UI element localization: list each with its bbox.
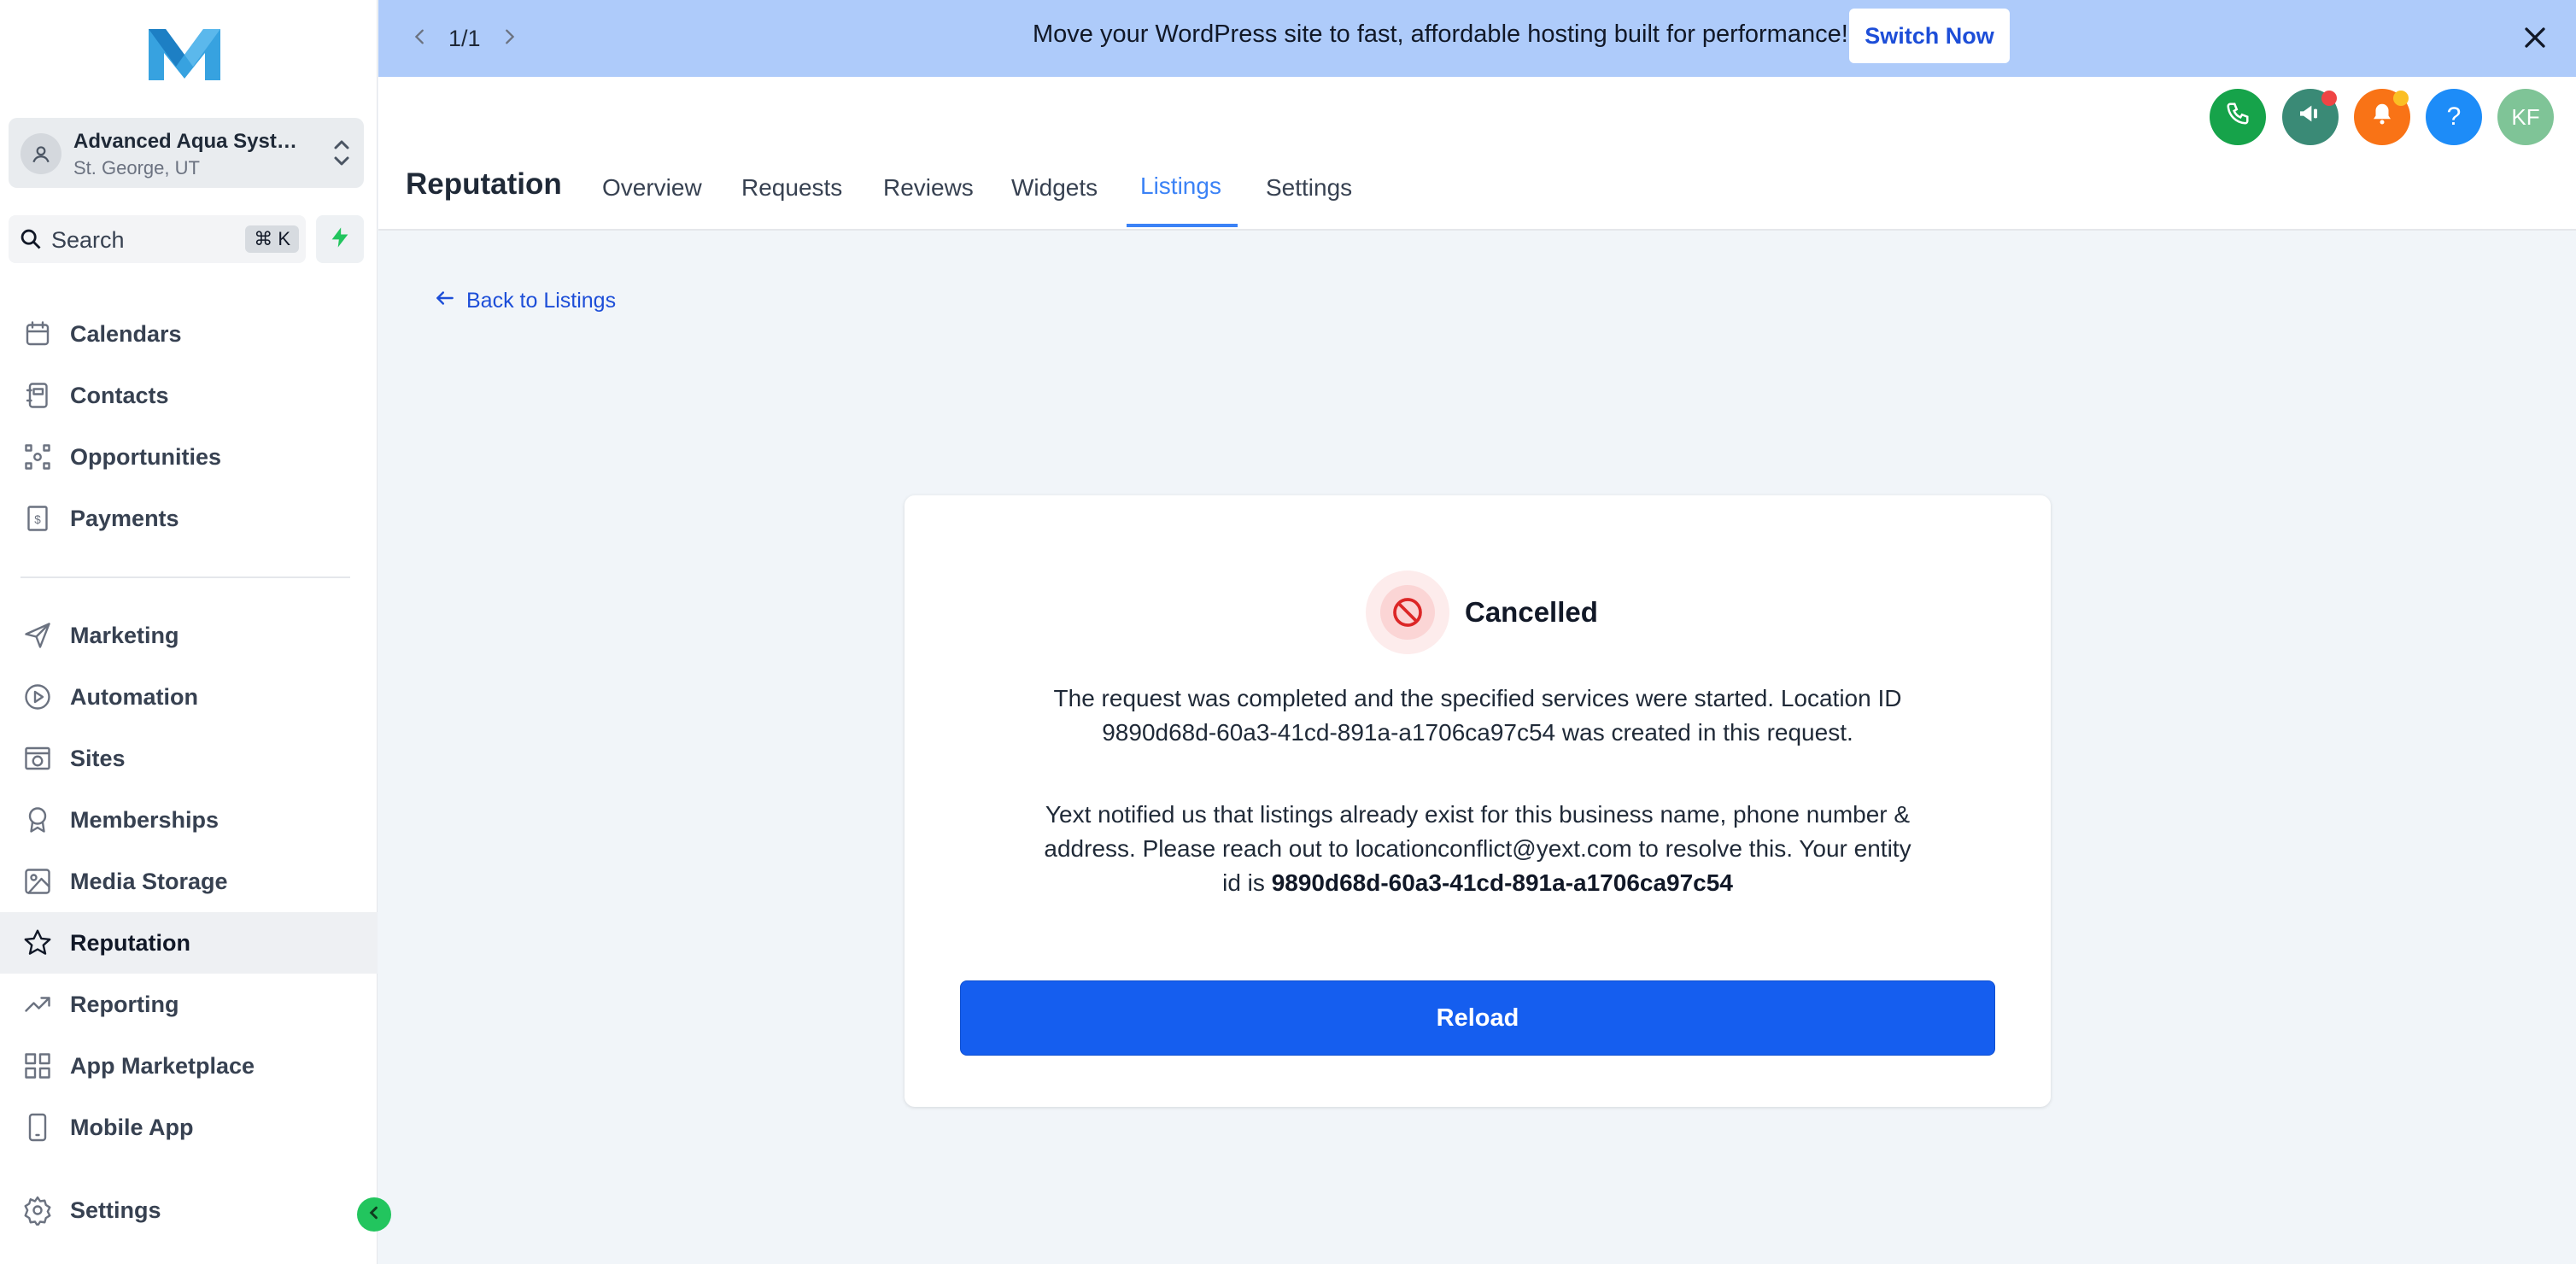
tab-overview[interactable]: Overview bbox=[602, 174, 702, 202]
account-switcher[interactable]: Advanced Aqua Syst… St. George, UT bbox=[9, 118, 364, 188]
listing-status-card: Cancelled The request was completed and … bbox=[905, 495, 2051, 1107]
sidebar-item-label: Payments bbox=[70, 505, 179, 531]
sidebar-item-label: Mobile App bbox=[70, 1114, 194, 1140]
logo-m-icon[interactable] bbox=[147, 26, 222, 84]
sidebar-item-label: Calendars bbox=[70, 320, 182, 347]
sites-icon bbox=[20, 741, 55, 775]
tab-widgets[interactable]: Widgets bbox=[1011, 174, 1098, 202]
banner-pager: 1/1 bbox=[411, 19, 518, 58]
sidebar-item-label: Automation bbox=[70, 683, 198, 710]
contacts-icon bbox=[20, 378, 55, 413]
entity-id: 9890d68d-60a3-41cd-891a-a1706ca97c54 bbox=[1271, 869, 1733, 896]
sidebar-item-memberships[interactable]: Memberships bbox=[0, 789, 378, 851]
send-icon bbox=[20, 618, 55, 652]
tab-settings[interactable]: Settings bbox=[1266, 174, 1352, 202]
calendar-icon bbox=[20, 317, 55, 351]
collapse-sidebar-button[interactable] bbox=[357, 1197, 391, 1232]
sidebar-item-mobile-app[interactable]: Mobile App bbox=[0, 1097, 378, 1158]
bell-icon bbox=[2369, 101, 2395, 133]
help-button[interactable]: ? bbox=[2426, 89, 2482, 145]
conflict-message: Yext notified us that listings already e… bbox=[1033, 798, 1923, 900]
account-name: Advanced Aqua Syst… bbox=[73, 130, 297, 153]
status-label: Cancelled bbox=[1465, 596, 1598, 628]
notification-dot bbox=[2321, 91, 2337, 106]
close-icon[interactable] bbox=[2518, 20, 2552, 55]
location-icon bbox=[20, 133, 61, 174]
banner-message: Move your WordPress site to fast, afford… bbox=[1033, 20, 1848, 48]
image-icon bbox=[20, 864, 55, 898]
phone-button[interactable] bbox=[2210, 89, 2266, 145]
sidebar-item-marketing[interactable]: Marketing bbox=[0, 605, 378, 666]
avatar-initials: KF bbox=[2511, 103, 2540, 130]
lightning-icon bbox=[328, 225, 352, 254]
chevron-updown-icon bbox=[330, 133, 354, 173]
sidebar-item-payments[interactable]: $ Payments bbox=[0, 488, 378, 549]
sidebar-item-label: Marketing bbox=[70, 622, 179, 648]
promo-banner: 1/1 Move your WordPress site to fast, af… bbox=[378, 0, 2576, 77]
star-icon bbox=[20, 926, 55, 960]
pager-count: 1/1 bbox=[448, 25, 481, 51]
sidebar-item-label: Reputation bbox=[70, 929, 190, 956]
chevron-left-icon bbox=[366, 1204, 383, 1226]
active-tab-indicator bbox=[1127, 224, 1238, 227]
opportunities-icon bbox=[20, 440, 55, 474]
sidebar-item-label: Contacts bbox=[70, 382, 169, 408]
sidebar-item-calendars[interactable]: Calendars bbox=[0, 303, 378, 365]
search-icon bbox=[19, 227, 43, 251]
back-to-listings-link[interactable]: Back to Listings bbox=[434, 287, 616, 315]
phone-icon bbox=[2225, 101, 2251, 133]
sidebar: Advanced Aqua Syst… St. George, UT Searc… bbox=[0, 0, 378, 1264]
sidebar-item-reporting[interactable]: Reporting bbox=[0, 974, 378, 1035]
page-header: Reputation Overview Requests Reviews Wid… bbox=[378, 77, 2576, 231]
mobile-icon bbox=[20, 1110, 55, 1144]
sidebar-item-media-storage[interactable]: Media Storage bbox=[0, 851, 378, 912]
sidebar-item-label: Sites bbox=[70, 745, 126, 771]
tab-listings[interactable]: Listings bbox=[1140, 173, 1221, 200]
page-title: Reputation bbox=[406, 167, 562, 201]
cancel-icon bbox=[1366, 571, 1449, 654]
sidebar-item-sites[interactable]: Sites bbox=[0, 728, 378, 789]
announcements-button[interactable] bbox=[2282, 89, 2339, 145]
reload-button[interactable]: Reload bbox=[960, 980, 1995, 1056]
sidebar-item-label: Settings bbox=[70, 1197, 161, 1223]
badge-icon bbox=[20, 803, 55, 837]
search-shortcut: ⌘ K bbox=[245, 225, 299, 253]
grid-icon bbox=[20, 1049, 55, 1083]
sidebar-item-reputation[interactable]: Reputation bbox=[0, 912, 378, 974]
svg-text:$: $ bbox=[34, 513, 41, 526]
tab-requests[interactable]: Requests bbox=[741, 174, 842, 202]
chevron-right-icon[interactable] bbox=[500, 26, 518, 52]
account-location: St. George, UT bbox=[73, 157, 200, 178]
search-label: Search bbox=[51, 227, 125, 253]
sidebar-item-automation[interactable]: Automation bbox=[0, 666, 378, 728]
sidebar-item-label: Media Storage bbox=[70, 868, 228, 894]
sidebar-item-opportunities[interactable]: Opportunities bbox=[0, 426, 378, 488]
status-header: Cancelled bbox=[1366, 571, 1598, 654]
notifications-button[interactable] bbox=[2354, 89, 2410, 145]
help-label: ? bbox=[2446, 102, 2462, 131]
trending-icon bbox=[20, 987, 55, 1021]
switch-now-button[interactable]: Switch Now bbox=[1849, 9, 2010, 63]
search-button[interactable]: Search ⌘ K bbox=[9, 215, 306, 263]
sidebar-item-contacts[interactable]: Contacts bbox=[0, 365, 378, 426]
megaphone-icon bbox=[2297, 100, 2324, 134]
notification-dot bbox=[2393, 91, 2409, 106]
sidebar-item-label: Memberships bbox=[70, 806, 220, 833]
sidebar-item-label: Opportunities bbox=[70, 443, 221, 470]
sidebar-divider bbox=[20, 576, 350, 578]
arrow-left-icon bbox=[434, 287, 456, 315]
tab-reviews[interactable]: Reviews bbox=[883, 174, 974, 202]
automation-icon bbox=[20, 680, 55, 714]
status-message: The request was completed and the specif… bbox=[1053, 685, 1902, 746]
avatar[interactable]: KF bbox=[2497, 89, 2554, 145]
payments-icon: $ bbox=[20, 501, 55, 535]
sidebar-item-settings[interactable]: Settings bbox=[0, 1179, 378, 1241]
quick-actions-button[interactable] bbox=[316, 215, 364, 263]
sidebar-item-label: Reporting bbox=[70, 991, 179, 1017]
sidebar-item-app-marketplace[interactable]: App Marketplace bbox=[0, 1035, 378, 1097]
chevron-left-icon[interactable] bbox=[411, 26, 430, 52]
gear-icon bbox=[20, 1193, 55, 1227]
back-link-label: Back to Listings bbox=[466, 289, 617, 313]
sidebar-item-label: App Marketplace bbox=[70, 1052, 255, 1079]
